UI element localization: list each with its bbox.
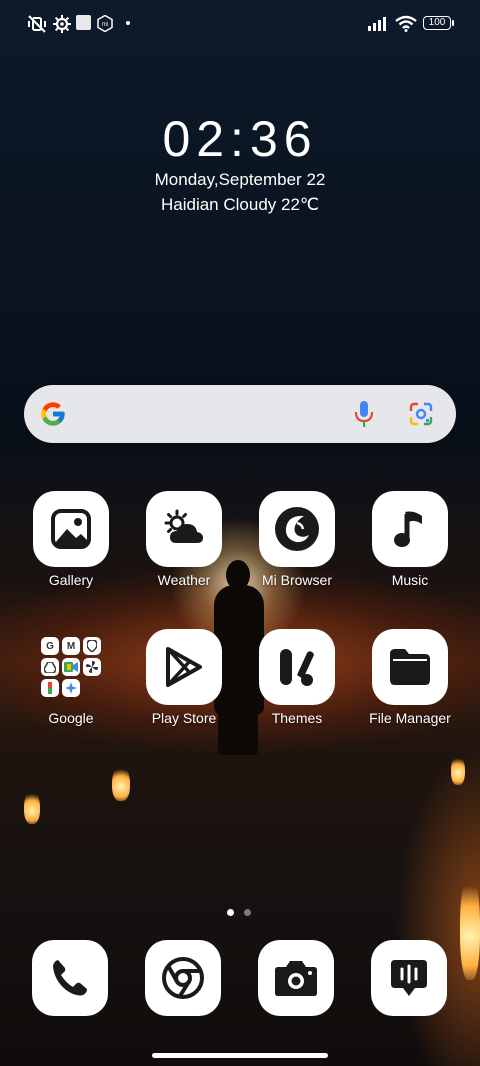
chrome-icon <box>162 957 204 999</box>
settings-gear-icon <box>53 15 71 33</box>
gallery-icon <box>51 509 91 549</box>
google-search-mini-icon: G <box>41 637 59 655</box>
app-label-themes: Themes <box>271 710 323 726</box>
signal-icon <box>368 17 386 31</box>
maps-mini-icon <box>83 637 101 655</box>
app-music[interactable]: Music <box>355 491 465 588</box>
battery-level: 100 <box>428 17 446 28</box>
pay-mini-icon <box>41 679 59 697</box>
battery-icon: 100 <box>423 16 451 30</box>
play-store-app-icon[interactable] <box>146 629 222 705</box>
browser-icon <box>275 507 319 551</box>
dock-chrome[interactable] <box>145 940 221 1016</box>
camera-icon <box>275 961 317 996</box>
app-play-store[interactable]: Play Store <box>129 629 239 726</box>
clock-time[interactable]: 02:36 <box>0 110 480 168</box>
clock-date[interactable]: Monday,September 22 <box>0 170 480 190</box>
gallery-app-icon[interactable] <box>33 491 109 567</box>
mi-icon: mi <box>97 15 113 32</box>
music-note-icon <box>394 511 422 547</box>
mi-browser-app-icon[interactable] <box>259 491 335 567</box>
wallpaper-flame <box>451 755 465 785</box>
app-file-manager[interactable]: File Manager <box>355 629 465 726</box>
themes-app-icon[interactable] <box>259 629 335 705</box>
phone-icon <box>53 960 87 996</box>
page-indicator <box>227 903 261 921</box>
app-themes[interactable]: Themes <box>242 629 352 726</box>
google-lens-icon[interactable] <box>409 402 433 426</box>
status-bar: mi 100 <box>0 0 480 46</box>
app-label-music: Music <box>391 572 429 588</box>
app-gallery[interactable]: Gallery <box>16 491 126 588</box>
folder-icon <box>390 649 430 685</box>
dock-camera[interactable] <box>258 940 334 1016</box>
page-dot-active[interactable] <box>227 909 234 916</box>
weather-icon <box>164 509 203 543</box>
app-weather[interactable]: Weather <box>129 491 239 588</box>
themes-icon <box>280 649 314 686</box>
app-google-folder[interactable]: G M Google <box>16 629 126 726</box>
wallpaper-flame <box>24 790 40 824</box>
dot-icon <box>126 21 130 25</box>
dock-messaging[interactable] <box>371 940 447 1016</box>
microphone-icon[interactable] <box>354 400 374 428</box>
star-mini-icon <box>62 679 80 697</box>
app-label-google: Google <box>48 710 94 726</box>
dock-phone[interactable] <box>32 940 108 1016</box>
weather-app-icon[interactable] <box>146 491 222 567</box>
app-label-play-store: Play Store <box>151 710 217 726</box>
meet-mini-icon <box>62 658 80 676</box>
app-label-file-manager: File Manager <box>369 710 451 726</box>
svg-text:mi: mi <box>102 22 108 28</box>
file-manager-app-icon[interactable] <box>372 629 448 705</box>
app-label-weather: Weather <box>157 572 211 588</box>
square-notification-icon <box>76 15 91 30</box>
drive-mini-icon <box>41 658 59 676</box>
page-dot[interactable] <box>244 909 251 916</box>
play-store-icon <box>166 647 202 687</box>
google-search-bar[interactable] <box>24 385 456 443</box>
app-label-gallery: Gallery <box>48 572 94 588</box>
music-app-icon[interactable] <box>372 491 448 567</box>
google-logo-icon <box>41 402 65 426</box>
app-label-mi-browser: Mi Browser <box>261 572 332 588</box>
wifi-icon <box>395 15 417 32</box>
clock-weather[interactable]: Haidian Cloudy 22℃ <box>0 195 480 215</box>
messaging-icon <box>391 960 427 996</box>
battery-tip <box>452 20 454 26</box>
wallpaper-flame <box>460 870 480 980</box>
pinwheel-mini-icon <box>83 658 101 676</box>
home-indicator[interactable] <box>152 1053 328 1058</box>
vibrate-off-icon <box>28 15 46 33</box>
gmail-mini-icon: M <box>62 637 80 655</box>
google-folder[interactable]: G M <box>33 629 109 705</box>
folder-grid: G M <box>41 637 101 697</box>
wallpaper-flame <box>112 765 130 801</box>
app-mi-browser[interactable]: Mi Browser <box>242 491 352 588</box>
